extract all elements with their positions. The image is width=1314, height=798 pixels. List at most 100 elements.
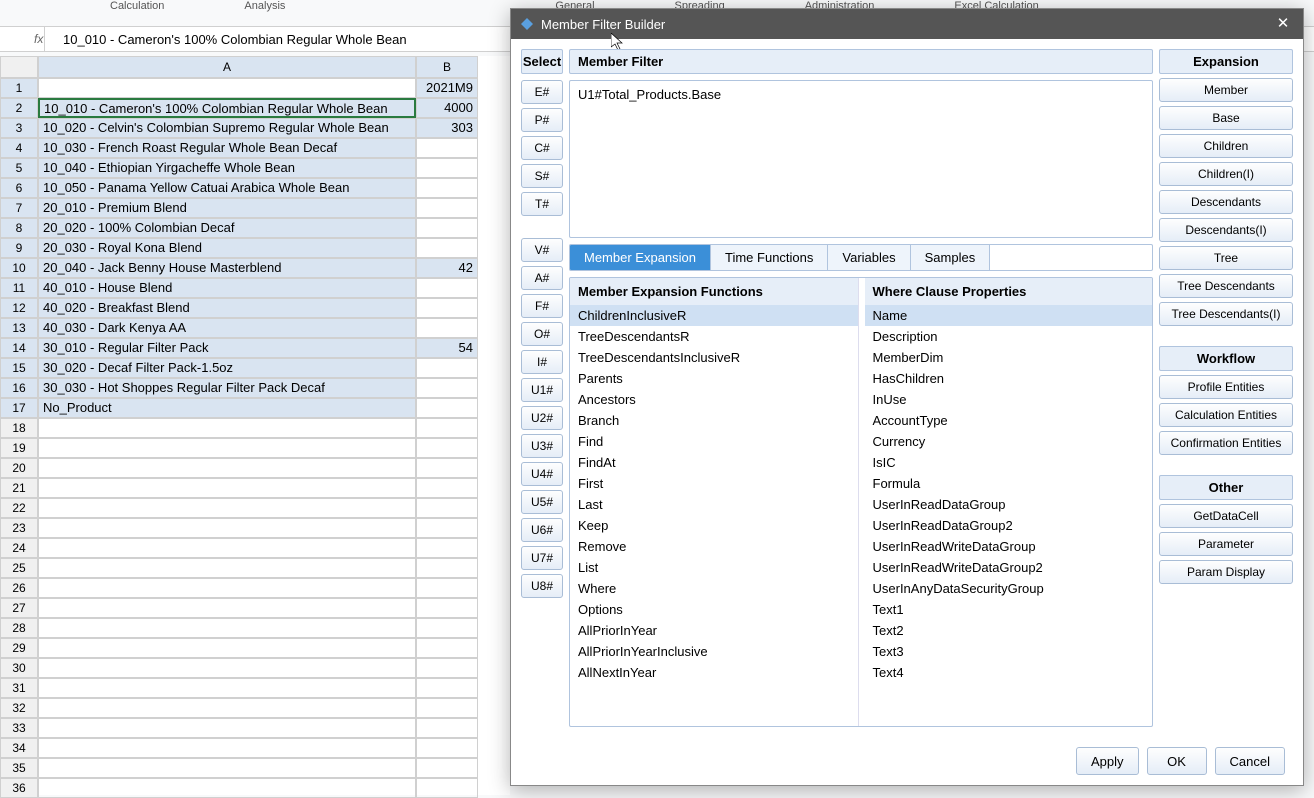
left-list[interactable]: ChildrenInclusiveRTreeDescendantsRTreeDe…: [570, 305, 858, 726]
cell-b[interactable]: [416, 758, 478, 778]
row-header[interactable]: 8: [0, 218, 38, 238]
row-header[interactable]: 29: [0, 638, 38, 658]
dim-button-p[interactable]: P#: [521, 108, 563, 132]
list-item[interactable]: Options: [570, 599, 858, 620]
list-item[interactable]: ChildrenInclusiveR: [570, 305, 858, 326]
list-item[interactable]: Text4: [865, 662, 1153, 683]
row-header[interactable]: 5: [0, 158, 38, 178]
expansion-button-children-i-[interactable]: Children(I): [1159, 162, 1293, 186]
right-list[interactable]: NameDescriptionMemberDimHasChildrenInUse…: [865, 305, 1153, 726]
list-item[interactable]: UserInReadWriteDataGroup: [865, 536, 1153, 557]
cell-b[interactable]: [416, 438, 478, 458]
row-header[interactable]: 15: [0, 358, 38, 378]
dim-button-o[interactable]: O#: [521, 322, 563, 346]
cell-b[interactable]: [416, 598, 478, 618]
dim-button-u7[interactable]: U7#: [521, 546, 563, 570]
list-item[interactable]: InUse: [865, 389, 1153, 410]
dim-button-u1[interactable]: U1#: [521, 378, 563, 402]
row-header[interactable]: 11: [0, 278, 38, 298]
cell-a[interactable]: 40_030 - Dark Kenya AA: [38, 318, 416, 338]
dim-button-c[interactable]: C#: [521, 136, 563, 160]
list-item[interactable]: Ancestors: [570, 389, 858, 410]
workflow-button-calculation-entities[interactable]: Calculation Entities: [1159, 403, 1293, 427]
fx-icon[interactable]: fx: [0, 32, 44, 46]
row-header[interactable]: 18: [0, 418, 38, 438]
row-header[interactable]: 14: [0, 338, 38, 358]
other-button-param-display[interactable]: Param Display: [1159, 560, 1293, 584]
row-header[interactable]: 28: [0, 618, 38, 638]
cell-a[interactable]: 10_030 - French Roast Regular Whole Bean…: [38, 138, 416, 158]
cell-a[interactable]: [38, 638, 416, 658]
cell-a[interactable]: [38, 778, 416, 798]
cell-a[interactable]: 30_030 - Hot Shoppes Regular Filter Pack…: [38, 378, 416, 398]
other-button-parameter[interactable]: Parameter: [1159, 532, 1293, 556]
cell-b[interactable]: [416, 378, 478, 398]
row-header[interactable]: 9: [0, 238, 38, 258]
list-item[interactable]: Text1: [865, 599, 1153, 620]
cell-b[interactable]: [416, 418, 478, 438]
cell-a[interactable]: [38, 418, 416, 438]
cell-b[interactable]: [416, 678, 478, 698]
cell-b[interactable]: 42: [416, 258, 478, 278]
tab-time-functions[interactable]: Time Functions: [711, 245, 828, 270]
dim-button-u6[interactable]: U6#: [521, 518, 563, 542]
row-header[interactable]: 23: [0, 518, 38, 538]
cell-a[interactable]: No_Product: [38, 398, 416, 418]
dim-button-u2[interactable]: U2#: [521, 406, 563, 430]
list-item[interactable]: UserInReadWriteDataGroup2: [865, 557, 1153, 578]
cell-a[interactable]: 30_010 - Regular Filter Pack: [38, 338, 416, 358]
cell-a[interactable]: [38, 658, 416, 678]
cell-b[interactable]: [416, 498, 478, 518]
close-icon[interactable]: ✕: [1263, 9, 1303, 39]
row-header[interactable]: 2: [0, 98, 38, 118]
list-item[interactable]: Text3: [865, 641, 1153, 662]
cell-b[interactable]: [416, 718, 478, 738]
cell-a[interactable]: [38, 758, 416, 778]
list-item[interactable]: List: [570, 557, 858, 578]
list-item[interactable]: AllNextInYear: [570, 662, 858, 683]
cell-a[interactable]: [38, 478, 416, 498]
cell-a[interactable]: 20_010 - Premium Blend: [38, 198, 416, 218]
list-item[interactable]: IsIC: [865, 452, 1153, 473]
row-header[interactable]: 22: [0, 498, 38, 518]
row-header[interactable]: 34: [0, 738, 38, 758]
list-item[interactable]: HasChildren: [865, 368, 1153, 389]
cell-b[interactable]: [416, 658, 478, 678]
cell-b[interactable]: [416, 238, 478, 258]
dim-button-s[interactable]: S#: [521, 164, 563, 188]
list-item[interactable]: Parents: [570, 368, 858, 389]
cell-b[interactable]: 4000: [416, 98, 478, 118]
cell-b[interactable]: [416, 358, 478, 378]
list-item[interactable]: Name: [865, 305, 1153, 326]
cell-b[interactable]: [416, 558, 478, 578]
ok-button[interactable]: OK: [1147, 747, 1207, 775]
dim-button-u4[interactable]: U4#: [521, 462, 563, 486]
dim-button-u5[interactable]: U5#: [521, 490, 563, 514]
cell-a[interactable]: 10_020 - Celvin's Colombian Supremo Regu…: [38, 118, 416, 138]
row-header[interactable]: 33: [0, 718, 38, 738]
cell-b[interactable]: [416, 138, 478, 158]
cell-b[interactable]: [416, 618, 478, 638]
list-item[interactable]: Last: [570, 494, 858, 515]
col-header-a[interactable]: A: [38, 56, 416, 78]
list-item[interactable]: AllPriorInYear: [570, 620, 858, 641]
cell-a[interactable]: [38, 738, 416, 758]
dim-button-f[interactable]: F#: [521, 294, 563, 318]
row-header[interactable]: 24: [0, 538, 38, 558]
list-item[interactable]: First: [570, 473, 858, 494]
dim-button-v[interactable]: V#: [521, 238, 563, 262]
list-item[interactable]: Description: [865, 326, 1153, 347]
cell-a[interactable]: 10_010 - Cameron's 100% Colombian Regula…: [38, 98, 416, 118]
cell-a[interactable]: 30_020 - Decaf Filter Pack-1.5oz: [38, 358, 416, 378]
cell-a[interactable]: [38, 518, 416, 538]
cell-a[interactable]: [38, 598, 416, 618]
list-item[interactable]: TreeDescendantsInclusiveR: [570, 347, 858, 368]
cell-a[interactable]: 10_040 - Ethiopian Yirgacheffe Whole Bea…: [38, 158, 416, 178]
dim-button-e[interactable]: E#: [521, 80, 563, 104]
expansion-button-tree[interactable]: Tree: [1159, 246, 1293, 270]
row-header[interactable]: 26: [0, 578, 38, 598]
cell-a[interactable]: 40_010 - House Blend: [38, 278, 416, 298]
list-item[interactable]: Branch: [570, 410, 858, 431]
row-header[interactable]: 32: [0, 698, 38, 718]
tab-variables[interactable]: Variables: [828, 245, 910, 270]
